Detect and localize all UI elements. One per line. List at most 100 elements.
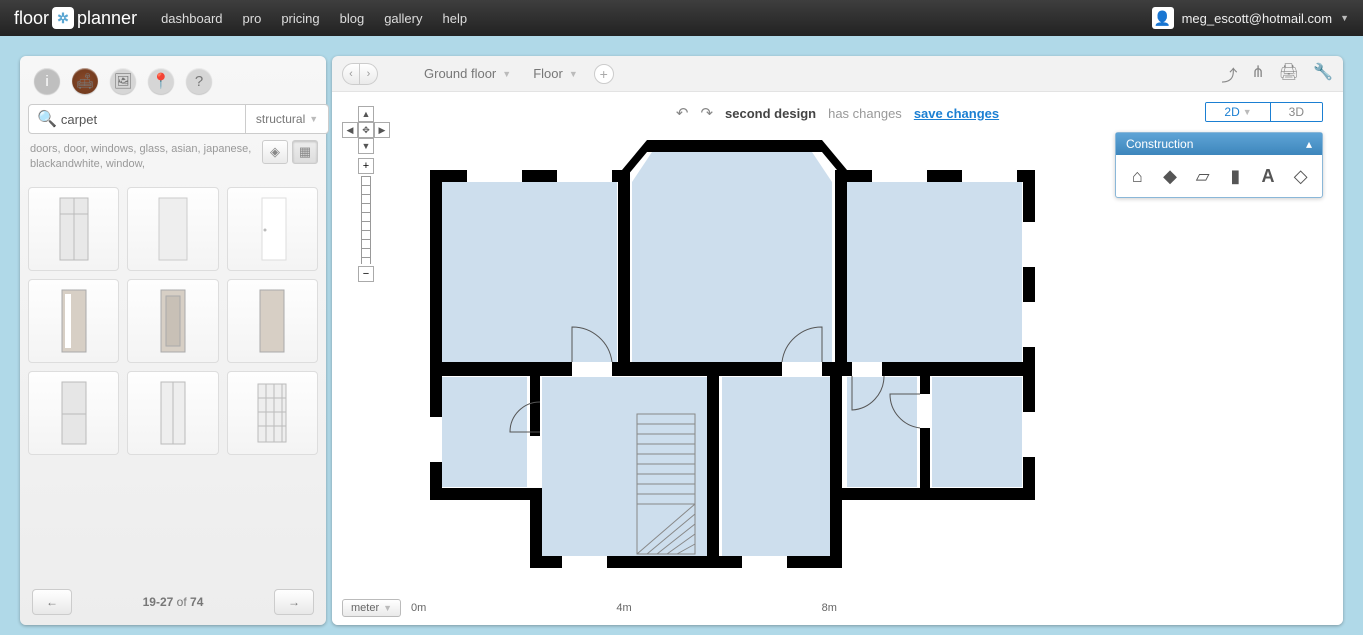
- pager-text: 19-27 of 74: [143, 595, 204, 609]
- top-nav-bar: floor ✲ planner dashboard pro pricing bl…: [0, 0, 1363, 36]
- nav-pricing[interactable]: pricing: [281, 11, 319, 26]
- export-icon[interactable]: ⤴: [1221, 62, 1237, 86]
- library-item[interactable]: [227, 279, 318, 363]
- avatar-icon: 👤: [1152, 7, 1174, 29]
- pan-down-button[interactable]: ▼: [358, 138, 374, 154]
- library-item[interactable]: [28, 187, 119, 271]
- chevron-down-icon: ▼: [569, 69, 578, 79]
- nav-help[interactable]: help: [442, 11, 467, 26]
- pan-pad: ▲ ◀✥▶ ▼: [342, 106, 390, 154]
- pan-center-button[interactable]: ✥: [358, 122, 374, 138]
- settings-icon[interactable]: 🔧: [1313, 62, 1333, 86]
- floor-dropdown-2[interactable]: Floor ▼: [527, 66, 584, 81]
- view-2d-button[interactable]: 2D▼: [1206, 103, 1270, 121]
- main-panel: ‹ › Ground floor ▼ Floor ▼ + ⤴ ⋔ 🖨 🔧: [332, 56, 1343, 625]
- floor-plan-drawing[interactable]: .w{fill:#000;} .rm{fill:#cddeed;stroke:n…: [422, 132, 1042, 582]
- tool-dimension-icon[interactable]: ◇: [1288, 163, 1314, 189]
- unit-dropdown[interactable]: meter ▼: [342, 599, 401, 617]
- collapse-icon: ▴: [1306, 137, 1312, 151]
- nav-pro[interactable]: pro: [243, 11, 262, 26]
- canvas[interactable]: ↶ ↷ second design has changes save chang…: [332, 92, 1343, 625]
- tool-wall-icon[interactable]: ▱: [1190, 163, 1216, 189]
- has-changes-label: has changes: [828, 106, 902, 121]
- filter-label: structural: [256, 112, 305, 126]
- pager-range: 19-27: [143, 595, 174, 609]
- filter-dropdown[interactable]: structural ▼: [246, 104, 329, 134]
- library-sidebar: i 🛋 🖼 📍 ? 🔍 structural ▼ doors, door, wi…: [20, 56, 326, 625]
- nav-dashboard[interactable]: dashboard: [161, 11, 222, 26]
- floor-dropdown-1[interactable]: Ground floor ▼: [418, 66, 517, 81]
- library-item[interactable]: [227, 371, 318, 455]
- save-changes-link[interactable]: save changes: [914, 106, 999, 121]
- construction-title: Construction: [1126, 137, 1193, 151]
- chevron-down-icon: ▼: [1340, 13, 1349, 23]
- undo-button[interactable]: ↶: [676, 104, 689, 122]
- pan-up-button[interactable]: ▲: [358, 106, 374, 122]
- library-item[interactable]: [127, 371, 218, 455]
- library-item[interactable]: [127, 187, 218, 271]
- pan-left-button[interactable]: ◀: [342, 122, 358, 138]
- pager-total: 74: [190, 595, 203, 609]
- tool-room-icon[interactable]: ⌂: [1124, 163, 1150, 189]
- unit-label: meter: [351, 602, 379, 614]
- redo-button[interactable]: ↷: [700, 104, 713, 122]
- logo-text-1: floor: [14, 8, 49, 29]
- chevron-down-icon: ▼: [502, 69, 511, 79]
- view-2d-toggle[interactable]: ▦: [292, 140, 318, 164]
- search-icon: 🔍: [37, 109, 57, 129]
- view-3d-toggle[interactable]: ◈: [262, 140, 288, 164]
- pager: ← 19-27 of 74 →: [28, 579, 318, 617]
- logo-icon: ✲: [52, 7, 74, 29]
- chevron-down-icon: ▼: [1243, 107, 1252, 117]
- floor-dd2-label: Floor: [533, 66, 563, 81]
- search-input[interactable]: [61, 112, 237, 127]
- nav-back-button[interactable]: ‹: [342, 63, 360, 85]
- logo-text-2: planner: [77, 8, 137, 29]
- main-toolbar: ‹ › Ground floor ▼ Floor ▼ + ⤴ ⋔ 🖨 🔧: [332, 56, 1343, 92]
- search-field[interactable]: 🔍: [28, 104, 246, 134]
- tool-text-icon[interactable]: A: [1255, 163, 1281, 189]
- prev-page-button[interactable]: ←: [32, 589, 72, 615]
- nav-blog[interactable]: blog: [340, 11, 365, 26]
- library-item[interactable]: [28, 279, 119, 363]
- canvas-footer: meter ▼ 0m 4m 8m: [342, 599, 837, 617]
- zoom-in-button[interactable]: +: [358, 158, 374, 174]
- tag-suggestions[interactable]: doors, door, windows, glass, asian, japa…: [30, 142, 254, 173]
- chevron-down-icon: ▼: [309, 114, 318, 124]
- location-icon[interactable]: 📍: [148, 68, 174, 94]
- pan-right-button[interactable]: ▶: [374, 122, 390, 138]
- tool-surface-icon[interactable]: ◆: [1157, 163, 1183, 189]
- zoom-out-button[interactable]: −: [358, 266, 374, 282]
- design-name: second design: [725, 106, 816, 121]
- main-toolbar-right: ⤴ ⋔ 🖨 🔧: [1221, 62, 1333, 86]
- zoom-control: + −: [358, 158, 374, 282]
- zoom-slider[interactable]: [361, 176, 371, 264]
- nav-links: dashboard pro pricing blog gallery help: [161, 11, 467, 26]
- photo-icon[interactable]: 🖼: [110, 68, 136, 94]
- user-menu[interactable]: 👤 meg_escott@hotmail.com ▼: [1152, 7, 1349, 29]
- library-item[interactable]: [28, 371, 119, 455]
- info-icon[interactable]: i: [34, 68, 60, 94]
- status-bar: ↶ ↷ second design has changes save chang…: [676, 104, 999, 122]
- help-icon[interactable]: ?: [186, 68, 212, 94]
- share-icon[interactable]: ⋔: [1251, 62, 1264, 86]
- print-icon[interactable]: 🖨: [1279, 62, 1299, 86]
- nav-forward-button[interactable]: ›: [360, 63, 378, 85]
- tool-door-icon[interactable]: ▮: [1222, 163, 1248, 189]
- construction-header[interactable]: Construction ▴: [1116, 133, 1322, 155]
- history-nav: ‹ ›: [342, 63, 378, 85]
- logo[interactable]: floor ✲ planner: [14, 7, 137, 29]
- view-3d-button[interactable]: 3D: [1271, 103, 1322, 121]
- nav-gallery[interactable]: gallery: [384, 11, 422, 26]
- user-email: meg_escott@hotmail.com: [1182, 11, 1332, 26]
- add-floor-button[interactable]: +: [594, 64, 614, 84]
- library-item[interactable]: [127, 279, 218, 363]
- item-grid: [28, 187, 318, 455]
- scale-mark-2: 8m: [822, 602, 837, 614]
- library-item[interactable]: [227, 187, 318, 271]
- floor-dd1-label: Ground floor: [424, 66, 496, 81]
- nav-controls: ▲ ◀✥▶ ▼ + −: [342, 106, 390, 282]
- construction-panel: Construction ▴ ⌂ ◆ ▱ ▮ A ◇: [1115, 132, 1323, 198]
- furniture-icon[interactable]: 🛋: [72, 68, 98, 94]
- next-page-button[interactable]: →: [274, 589, 314, 615]
